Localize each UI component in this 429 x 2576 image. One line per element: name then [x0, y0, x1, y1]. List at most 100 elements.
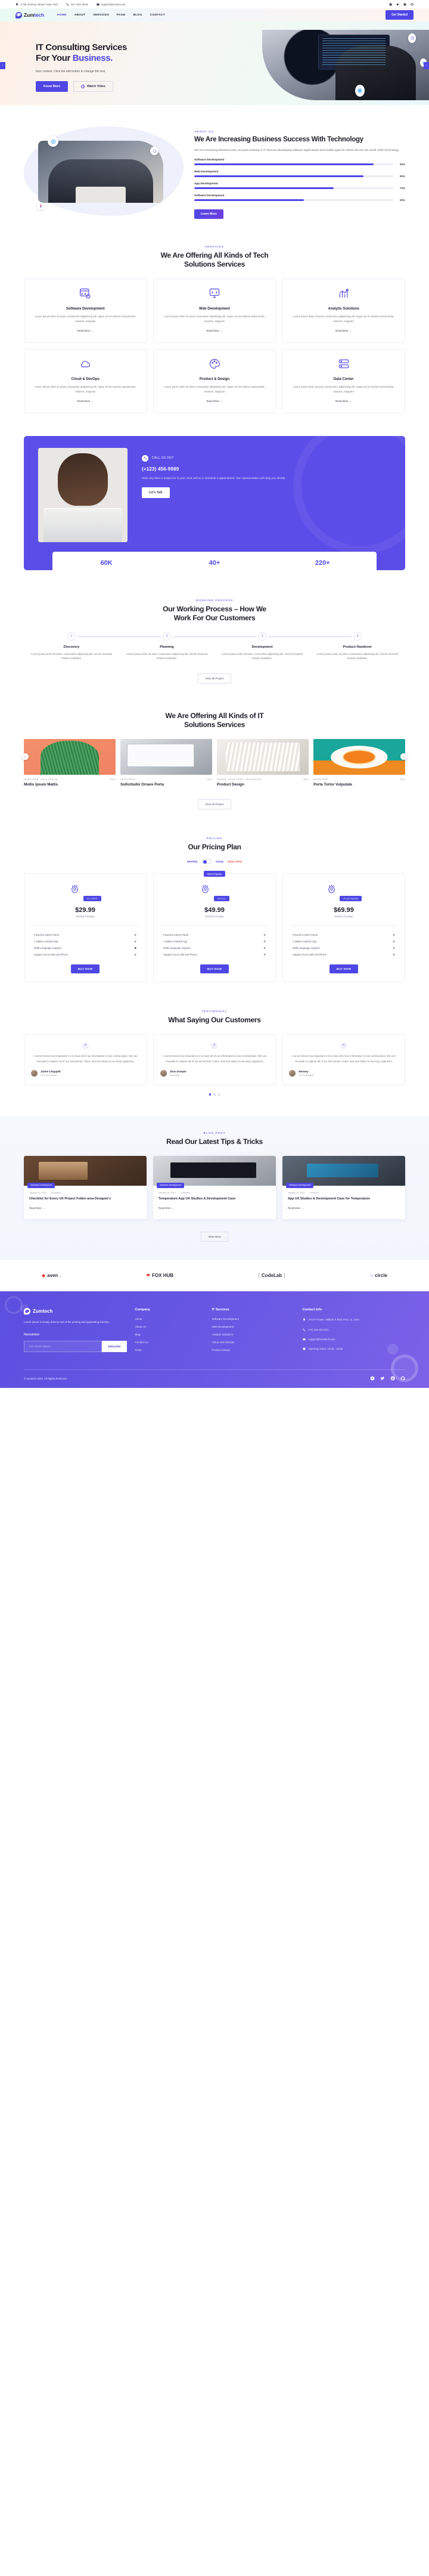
service-desc: Lorem ipsum dolor sit amet consectetur a…: [293, 314, 394, 323]
facebook-icon[interactable]: [370, 1376, 375, 1381]
footer-service-web[interactable]: Web Development: [212, 1325, 294, 1328]
pricing-eyebrow: PRICING: [206, 837, 223, 840]
service-read-more[interactable]: Read More →: [206, 400, 222, 403]
subscribe-button[interactable]: Subscribe: [101, 1340, 127, 1352]
logo-text: CodeLab: [262, 1273, 282, 1279]
services-title-line2: Solutions Services: [184, 259, 245, 268]
hero-watch-video-button[interactable]: Watch Video: [73, 81, 113, 92]
portfolio-image: [313, 739, 405, 775]
github-icon[interactable]: [400, 1376, 405, 1381]
footer-link-home[interactable]: Home: [135, 1318, 204, 1321]
portfolio-item[interactable]: DESIGN . DEVELOPER . TECHNOLAGY 2023 Prod…: [217, 739, 309, 787]
nav-link-about[interactable]: ABOUT: [74, 14, 86, 17]
twitter-icon[interactable]: [396, 3, 399, 6]
portfolio-view-all-button[interactable]: View all Project: [198, 799, 231, 810]
blog-read-more[interactable]: Read More →: [29, 1207, 45, 1210]
buy-now-button[interactable]: BUY NOW: [200, 964, 229, 974]
get-started-button[interactable]: Get Started: [386, 10, 414, 20]
client-logos: ◆ aven. ❤ FOX HUB [CodeLab] ○ circle: [24, 1260, 405, 1291]
portfolio-item-title: Sollicitudin Ornare Porta: [120, 783, 164, 787]
billing-toggle[interactable]: [201, 859, 212, 864]
service-read-more[interactable]: Read More →: [206, 329, 222, 332]
footer-link-blog[interactable]: Blog: [135, 1333, 204, 1336]
footer-service-cloud[interactable]: Cloud and DevOps: [212, 1341, 294, 1344]
portfolio-item[interactable]: DEVELOPER 2023 Porta Tortor Vulputate: [313, 739, 405, 787]
footer-link-contact[interactable]: Contact Us: [135, 1341, 204, 1344]
nav-link-services[interactable]: SERVICES: [93, 14, 109, 17]
toggle-yearly-label[interactable]: Yearly: [216, 860, 224, 863]
portfolio-item[interactable]: DEVELOPER 2023 Sollicitudin Ornare Porta: [120, 739, 212, 787]
blog-card[interactable]: Software Development January 16, 2023 Com…: [24, 1155, 147, 1220]
portfolio-next-arrow[interactable]: →: [400, 753, 407, 760]
service-card[interactable]: Product & Design Lorem ipsum dolor sit a…: [153, 348, 276, 413]
portfolio-item[interactable]: DEVELOPER . UI/UX DESIGN 2023 Mollis Ipsu…: [24, 739, 116, 787]
nav-link-home[interactable]: HOME: [57, 14, 67, 17]
brand-logo-link[interactable]: Zumtech: [15, 11, 44, 18]
toggle-monthly-label[interactable]: Monthly: [187, 860, 198, 863]
cta-phone-number[interactable]: (+123) 456-9989: [142, 466, 391, 472]
process-view-all-button[interactable]: View all Project: [198, 673, 231, 684]
pagination-dot[interactable]: [209, 1093, 212, 1096]
footer-service-analytic[interactable]: Analytic Solutions: [212, 1333, 294, 1336]
pagination-dot[interactable]: [217, 1093, 220, 1096]
nav-link-page[interactable]: PAGE: [117, 14, 126, 17]
facebook-icon[interactable]: [389, 2, 392, 6]
buy-now-button[interactable]: BUY NOW: [329, 964, 359, 974]
service-read-more[interactable]: Read More →: [335, 400, 352, 403]
blog-read-more[interactable]: Read More →: [288, 1207, 303, 1210]
blog-card[interactable]: Software Development January 16, 2023 Com…: [282, 1155, 405, 1220]
stat-item: 40+ Companies: [160, 559, 268, 570]
blog-post-title: Checklist for Every UX Project Folder-ar…: [29, 1196, 111, 1201]
footer-link-about[interactable]: About Us: [135, 1325, 204, 1328]
blog-card[interactable]: Software Development January 16, 2023 Com…: [153, 1155, 276, 1220]
service-card[interactable]: Data Center Lorem ipsum dolor sit amet c…: [282, 348, 405, 413]
service-card[interactable]: Cloud & DevOps Lorem ipsum dolor sit ame…: [24, 348, 147, 413]
footer-contact-phone[interactable]: (+1) 212-234 521: [303, 1328, 406, 1332]
service-card[interactable]: Web Development Lorem ipsum dolor sit am…: [153, 278, 276, 343]
hero-know-more-button[interactable]: Know More: [36, 81, 68, 92]
footer-service-product[interactable]: Product Design: [212, 1349, 294, 1352]
nav-link-contact[interactable]: CONTACT: [150, 14, 165, 17]
testimonials-title: What Saying Our Customers: [168, 1016, 261, 1025]
blog-image: Software Development: [282, 1155, 405, 1188]
location-icon: [303, 1318, 305, 1322]
newsletter-label: Newsletter: [24, 1332, 40, 1337]
topbar-email[interactable]: support@email.com: [97, 3, 126, 6]
footer-logo[interactable]: Zumtech: [24, 1308, 127, 1315]
pinterest-icon[interactable]: [390, 1376, 395, 1381]
topbar-phone-text: 917-401-0043: [71, 2, 88, 6]
play-icon: [80, 84, 85, 88]
server-icon: [338, 359, 349, 368]
hero-prev-arrow[interactable]: ‹: [0, 62, 5, 69]
instagram-icon[interactable]: [403, 2, 406, 6]
blog-view-more-button[interactable]: View More: [201, 1232, 228, 1242]
step-number: 1: [67, 632, 76, 641]
brand-name: Zumtech: [24, 12, 44, 18]
footer-company-title: Company: [135, 1308, 151, 1312]
hero-next-arrow[interactable]: ›: [424, 62, 429, 69]
nav-link-blog[interactable]: BLOG: [133, 14, 142, 17]
footer-contact-email[interactable]: support@zumtech.com: [302, 1337, 406, 1341]
service-read-more[interactable]: Read More →: [335, 329, 352, 332]
footer-service-software[interactable]: Software Development: [212, 1318, 294, 1321]
chat-badge-icon: [150, 147, 158, 155]
service-card[interactable]: Software Development Lorem ipsum dolor s…: [24, 278, 147, 343]
about-learn-more-button[interactable]: Learn More: [194, 209, 223, 219]
lets-talk-button[interactable]: Let's Talk: [142, 487, 170, 499]
newsletter-email-input[interactable]: [24, 1340, 102, 1352]
service-read-more[interactable]: Read More →: [77, 329, 94, 332]
github-icon[interactable]: [411, 2, 414, 6]
process-eyebrow: WORKING PROCESS: [195, 598, 234, 602]
process-steps: 1 Discovery Lorem ipsum dolor sit amet, …: [24, 632, 405, 661]
hero-person: [335, 45, 416, 100]
avatar: [31, 1070, 38, 1077]
pagination-dot[interactable]: [213, 1093, 216, 1096]
service-read-more[interactable]: Read More →: [77, 400, 94, 403]
about-title: We Are Increasing Business Success With …: [194, 136, 363, 143]
service-card[interactable]: Analytic Solutions Lorem ipsum dolor sit…: [282, 278, 405, 343]
footer-link-faqs[interactable]: FAQs: [135, 1349, 204, 1352]
blog-read-more[interactable]: Read More →: [158, 1207, 174, 1210]
buy-now-button[interactable]: BUY NOW: [70, 964, 100, 974]
twitter-icon[interactable]: [380, 1376, 385, 1381]
topbar-phone[interactable]: 917-401-0043: [66, 3, 88, 6]
